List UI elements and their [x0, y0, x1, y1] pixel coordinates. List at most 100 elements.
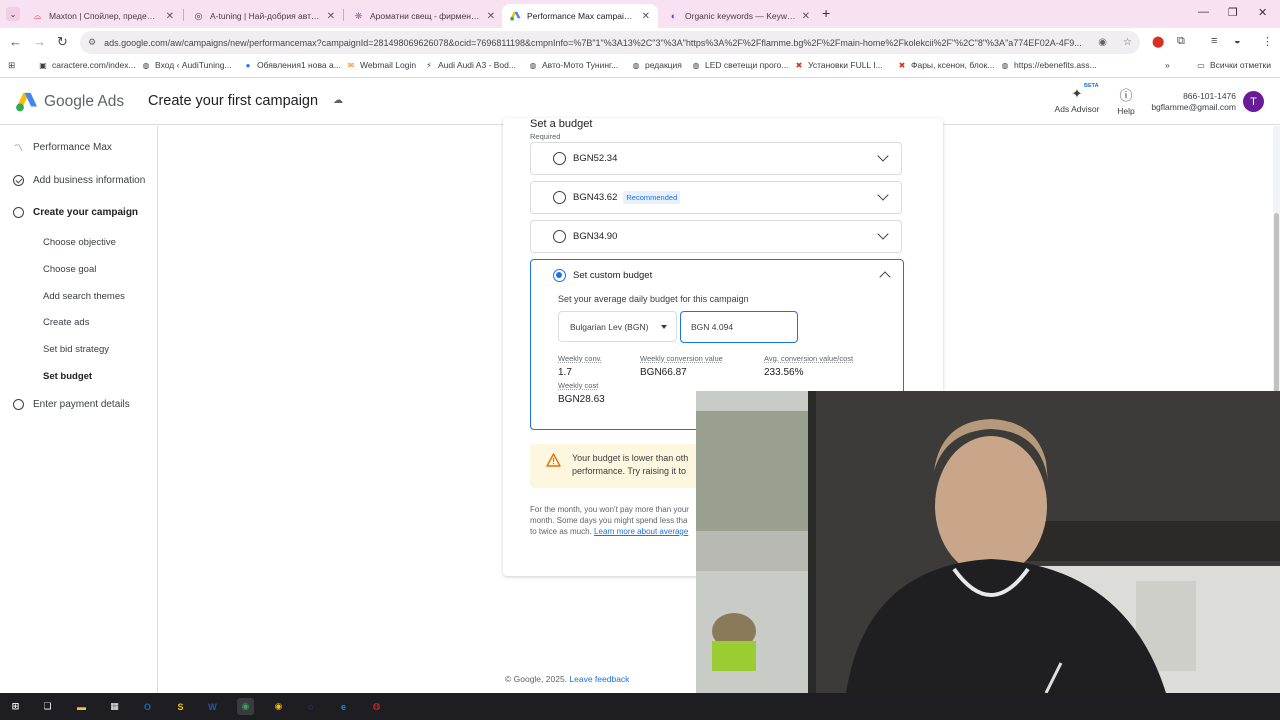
nav-item-create-campaign[interactable]: Create your campaign — [0, 207, 158, 218]
radio-button[interactable] — [553, 152, 566, 165]
close-icon[interactable]: ✕ — [642, 11, 650, 22]
nav-item-performance-max[interactable]: 〽 Performance Max — [0, 142, 158, 153]
budget-option[interactable]: BGN34.90 — [530, 220, 902, 253]
browser-tab-active[interactable]: Performance Max campaign - ... ✕ — [502, 4, 658, 28]
task-view-icon[interactable]: ❏ — [39, 698, 56, 715]
nav-item-payment-details[interactable]: Enter payment details — [0, 399, 158, 410]
chrome-icon[interactable]: ◉ — [237, 698, 254, 715]
bookmark-item[interactable]: ◍ Авто-Мото Тунинг... — [528, 60, 619, 70]
close-icon[interactable]: ✕ — [327, 11, 335, 22]
browser-tab[interactable]: ❋ Ароматни свещ - фирмен ко... ✕ — [345, 4, 503, 28]
nav-subitem-search-themes[interactable]: Add search themes — [43, 291, 125, 302]
extensions-puzzle-icon[interactable]: ⧉ — [1177, 35, 1185, 48]
reading-list-icon[interactable]: ≡ — [1211, 35, 1217, 47]
nav-subitem-choose-goal[interactable]: Choose goal — [43, 264, 96, 275]
nav-subitem-choose-objective[interactable]: Choose objective — [43, 237, 116, 248]
bookmark-wp-icon: ◍ — [142, 60, 150, 70]
bookmark-item[interactable]: ● Обявления1 нова а... — [243, 60, 341, 70]
daily-budget-input[interactable] — [680, 311, 798, 343]
bookmark-wp-icon: ◍ — [692, 60, 700, 70]
budget-option-recommended[interactable]: BGN43.62 Recommended — [530, 181, 902, 214]
radio-button-selected[interactable] — [553, 269, 566, 282]
reload-icon[interactable]: ↻ — [57, 34, 68, 50]
back-icon[interactable]: ← — [9, 34, 22, 49]
url-text[interactable]: ads.google.com/aw/campaigns/new/performa… — [104, 38, 1090, 48]
minimize-icon[interactable]: — — [1198, 6, 1209, 18]
close-icon[interactable]: ✕ — [802, 11, 810, 22]
learn-more-link[interactable]: Learn more about average — [594, 527, 688, 536]
edge-icon[interactable]: e — [335, 698, 352, 715]
scrollbar-thumb[interactable] — [1274, 213, 1279, 393]
tab-search-button[interactable]: ⌄ — [6, 7, 20, 21]
bookmark-item[interactable]: ◍ редакция — [631, 60, 682, 70]
extension-icon[interactable]: ⬤ — [1152, 35, 1164, 48]
nav-subitem-set-budget[interactable]: Set budget — [43, 371, 92, 382]
app-icon[interactable]: ◍ — [368, 698, 385, 715]
nav-item-business-information[interactable]: Add business information — [0, 175, 158, 186]
viber-icon[interactable]: ◌ — [302, 698, 319, 715]
file-explorer-icon[interactable]: ▬ — [73, 698, 90, 715]
leave-feedback-link[interactable]: Leave feedback — [569, 674, 629, 684]
tab-title: A-tuning | Най-добрия авто са... — [210, 11, 321, 21]
bookmark-item[interactable]: ✉ Webmail Login — [346, 60, 416, 70]
browser-tab[interactable]: ◎ A-tuning | Най-добрия авто са... ✕ — [185, 4, 343, 28]
forward-icon[interactable]: → — [33, 34, 46, 49]
metric-label[interactable]: Weekly cost — [558, 381, 598, 390]
budget-amount: BGN43.62 — [573, 192, 618, 203]
budget-option[interactable]: BGN52.34 — [530, 142, 902, 175]
help-button[interactable]: ⓘ Help — [1114, 85, 1138, 116]
currency-select[interactable]: Bulgarian Lev (BGN) — [558, 311, 677, 342]
apps-grid-icon[interactable]: ⊞ — [8, 60, 15, 71]
metric-label[interactable]: Avg. conversion value/cost — [764, 354, 853, 363]
bookmark-item[interactable]: ◍ https://ebenefits.ass... — [1000, 60, 1097, 70]
ads-advisor-button[interactable]: ✦ BETA Ads Advisor — [1050, 83, 1104, 114]
google-ads-logo-icon[interactable] — [16, 92, 38, 112]
address-bar[interactable]: ⚙ ads.google.com/aw/campaigns/new/perfor… — [80, 31, 1140, 54]
chevron-down-icon[interactable] — [877, 189, 889, 201]
store-icon[interactable]: ▦ — [106, 698, 123, 715]
windows-start-icon[interactable]: ⊞ — [7, 698, 24, 715]
chevron-up-icon[interactable] — [879, 271, 891, 283]
browser-tab[interactable]: ⌓ Maxton | Спойлер, преден ли... ✕ — [24, 4, 182, 28]
sketch-app-icon[interactable]: S — [172, 698, 189, 715]
recommended-badge: Recommended — [623, 191, 681, 204]
bookmark-star-icon[interactable]: ☆ — [1123, 37, 1132, 48]
required-label: Required — [530, 132, 561, 141]
bookmark-item[interactable]: ✖ Фары, ксенон, блок... — [897, 60, 995, 70]
more-bookmarks-icon[interactable]: » — [1165, 60, 1170, 70]
metric-label[interactable]: Weekly conversion value — [640, 354, 723, 363]
outlook-icon[interactable]: O — [139, 698, 156, 715]
radio-button[interactable] — [553, 230, 566, 243]
chevron-down-icon[interactable] — [877, 228, 889, 240]
custom-budget-option[interactable]: Set custom budget — [531, 269, 652, 282]
profile-icon[interactable]: ◒ — [1234, 35, 1241, 47]
chrome-icon[interactable]: ◉ — [270, 698, 287, 715]
custom-budget-description: Set your average daily budget for this c… — [558, 294, 749, 304]
nav-subitem-create-ads[interactable]: Create ads — [43, 317, 89, 328]
radio-button[interactable] — [553, 191, 566, 204]
site-info-icon[interactable]: ⚙ — [88, 37, 96, 48]
bookmark-item[interactable]: ✖ Установки FULL I... — [794, 60, 883, 70]
all-bookmarks-button[interactable]: ▭ Всички отметки — [1196, 60, 1271, 70]
nav-subitem-bid-strategy[interactable]: Set bid strategy — [43, 344, 109, 355]
avatar[interactable]: T — [1243, 91, 1264, 112]
close-icon[interactable]: ✕ — [487, 11, 495, 22]
product-name[interactable]: Google Ads — [44, 93, 124, 111]
browser-tab[interactable]: ◐ Organic keywords — Keyword ... ✕ — [660, 4, 818, 28]
bookmark-item[interactable]: ▣ caractere.com/index... — [38, 60, 135, 70]
metric-value: BGN66.87 — [640, 367, 687, 378]
chevron-down-icon[interactable] — [877, 150, 889, 162]
close-icon[interactable]: ✕ — [166, 11, 174, 22]
tracking-protection-icon[interactable]: ◉ — [1098, 37, 1107, 48]
bookmark-item[interactable]: ◍ LED светещи прого... — [691, 60, 789, 70]
menu-icon[interactable]: ⋮ — [1262, 35, 1273, 48]
bookmark-item[interactable]: ◍ Вход ‹ AudiTuning... — [141, 60, 232, 70]
word-icon[interactable]: W — [204, 698, 221, 715]
circle-icon — [13, 207, 24, 218]
close-window-icon[interactable]: ✕ — [1258, 6, 1267, 19]
new-tab-button[interactable]: + — [822, 5, 830, 21]
restore-icon[interactable]: ❐ — [1228, 6, 1238, 19]
metric-label[interactable]: Weekly conv. — [558, 354, 602, 363]
bookmark-item[interactable]: ⚡ Audi Audi A3 - Bod... — [424, 60, 516, 70]
account-info[interactable]: 866-101-1476 bgflamme@gmail.com — [1140, 91, 1236, 113]
